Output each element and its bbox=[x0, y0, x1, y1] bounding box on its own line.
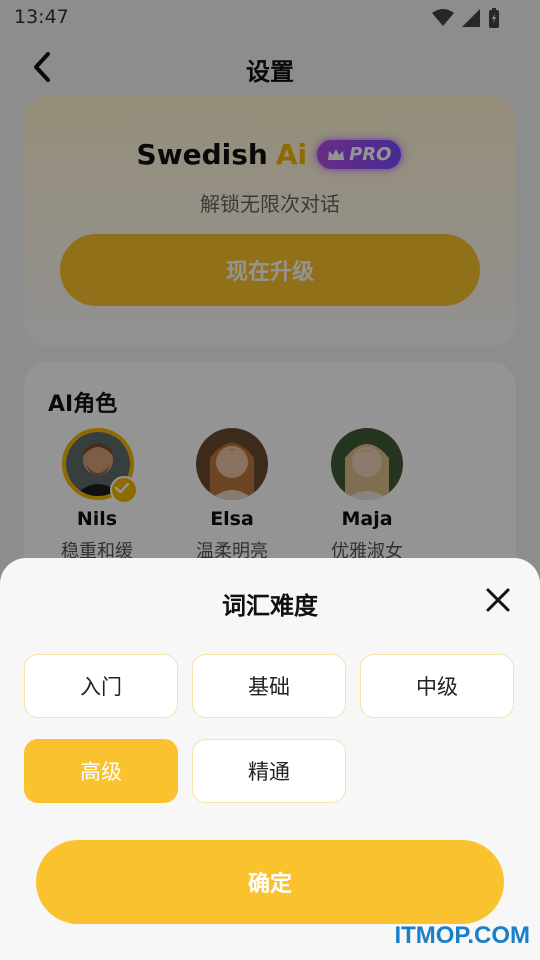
close-icon bbox=[486, 588, 510, 612]
watermark: ITMOP.COM bbox=[394, 922, 530, 949]
option-intermediate[interactable]: 中级 bbox=[360, 654, 514, 718]
confirm-button[interactable]: 确定 bbox=[36, 840, 504, 924]
close-button[interactable] bbox=[484, 586, 512, 614]
option-proficient[interactable]: 精通 bbox=[192, 739, 346, 803]
sheet-title: 词汇难度 bbox=[222, 592, 318, 620]
option-beginner[interactable]: 入门 bbox=[24, 654, 178, 718]
option-advanced[interactable]: 高级 bbox=[24, 739, 178, 803]
option-basic[interactable]: 基础 bbox=[192, 654, 346, 718]
